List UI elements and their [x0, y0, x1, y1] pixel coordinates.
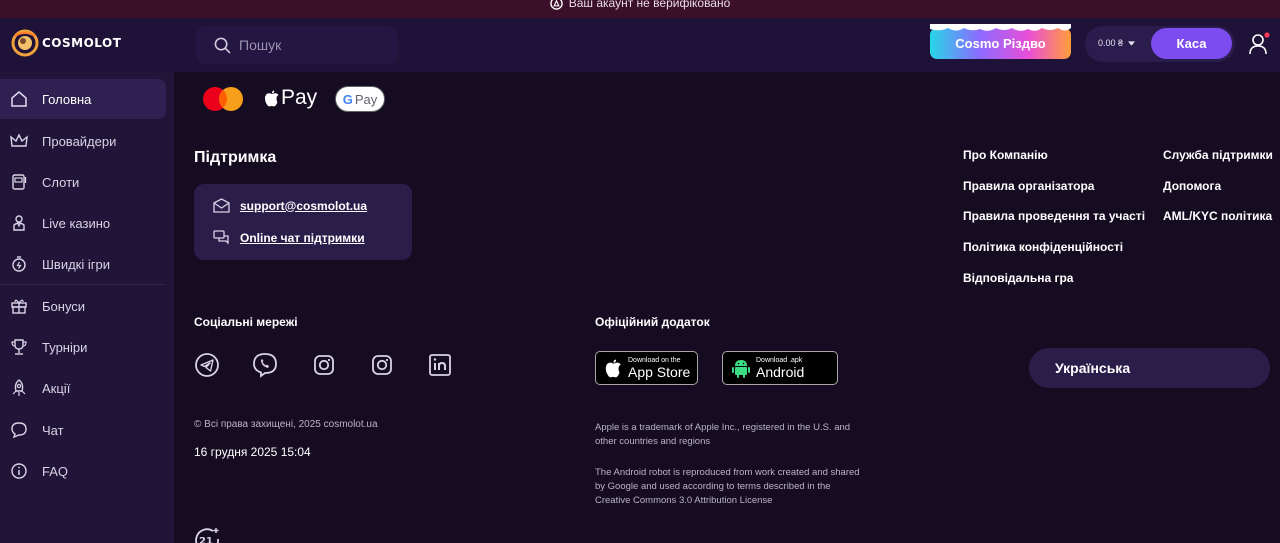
apple-trademark-notice: Apple is a trademark of Apple Inc., regi…: [595, 422, 851, 447]
footer-link-privacy[interactable]: Політика конфіденційності: [963, 240, 1123, 254]
sidebar-item-providers[interactable]: Провайдери: [0, 121, 166, 161]
google-pay-logo: G Pay: [335, 86, 385, 112]
android-trademark-notice: The Android robot is reproduced from wor…: [595, 467, 860, 506]
official-app-title: Офіційний додаток: [595, 315, 710, 329]
sidebar-item-bonuses[interactable]: Бонуси: [0, 286, 166, 326]
linkedin-icon[interactable]: [427, 352, 453, 378]
crown-icon: [10, 133, 28, 147]
balance-dropdown[interactable]: 0.00 ₴: [1098, 38, 1136, 48]
sidebar-item-label: Провайдери: [42, 133, 117, 149]
support-title: Підтримка: [194, 149, 277, 166]
top-header: COSMOLOT Cosmo Різдво 0.00 ₴ Каса: [0, 18, 1280, 72]
support-chat: Online чат підтримки: [240, 230, 365, 245]
search-bar[interactable]: [196, 26, 398, 64]
google-g-icon: G: [342, 91, 353, 107]
google-pay-text: Pay: [354, 91, 378, 107]
gift-icon: [11, 299, 27, 314]
search-icon: [214, 37, 231, 53]
appstore-big-text: App Store: [628, 363, 691, 380]
logo-text: COSMOLOT: [42, 36, 122, 50]
cashier-button[interactable]: Каса: [1151, 28, 1232, 59]
sidebar-item-home[interactable]: Головна: [0, 79, 166, 119]
logo-icon: [11, 29, 39, 57]
sidebar-item-label: Слоти: [42, 174, 80, 190]
envelope-icon: [213, 198, 230, 213]
sidebar-item-label: Головна: [42, 91, 92, 107]
warning-circle-icon: [549, 0, 563, 10]
stopwatch-icon: [12, 256, 26, 272]
chat-icon: [11, 422, 27, 439]
footer-link-participation-rules[interactable]: Правила проведення та участі: [963, 209, 1145, 223]
snow-decoration: [930, 24, 1071, 31]
info-icon: [11, 463, 27, 479]
sidebar-item-label: Швидкі ігри: [42, 256, 110, 272]
copyright-text: © Всі права захищені, 2025 cosmolot.ua: [194, 419, 378, 430]
mastercard-icon: [203, 87, 243, 111]
sidebar-item-label: Турніри: [42, 339, 88, 355]
age-restriction-icon: 21: [195, 528, 219, 543]
user-profile-icon[interactable]: [1248, 32, 1270, 56]
social-title: Соціальні мережі: [194, 315, 298, 329]
verification-banner[interactable]: Ваш акаунт не верифіковано: [0, 0, 1280, 18]
language-label: Українська: [1055, 360, 1131, 376]
sidebar-item-label: Акції: [42, 380, 71, 396]
android-big-text: Android: [756, 363, 805, 380]
instagram-icon[interactable]: [311, 352, 337, 378]
footer-link-about[interactable]: Про Компанію: [963, 148, 1048, 162]
chat-bubbles-icon: [213, 230, 229, 245]
sidebar-item-label: Чат: [42, 422, 64, 438]
verification-text: Ваш акаунт не верифіковано: [568, 0, 731, 10]
app-store-button[interactable]: Download on the App Store: [595, 351, 698, 385]
sidebar: Головна Провайдери Слоти Live казино Шви…: [0, 72, 174, 543]
chevron-down-icon: [1128, 40, 1136, 46]
sidebar-item-fast-games[interactable]: Швидкі ігри: [0, 244, 166, 284]
instagram-icon[interactable]: [369, 352, 395, 378]
viber-icon[interactable]: [252, 352, 278, 378]
current-datetime: 16 грудня 2025 15:04: [194, 445, 311, 459]
apple-pay-text: Pay: [281, 86, 318, 109]
promo-label: Cosmo Різдво: [955, 36, 1046, 51]
support-box: support@cosmolot.ua Online чат підтримки: [194, 184, 412, 260]
trophy-icon: [11, 339, 27, 355]
android-download-button[interactable]: Download .apk Android: [722, 351, 838, 385]
apple-icon: [265, 90, 279, 107]
age-text: 21: [199, 536, 213, 543]
rocket-icon: [12, 379, 26, 396]
support-email: support@cosmolot.ua: [240, 198, 368, 213]
footer-link-responsible-gaming[interactable]: Відповідальна гра: [963, 271, 1073, 285]
cosmo-christmas-promo-button[interactable]: Cosmo Різдво: [930, 24, 1071, 59]
support-email-link[interactable]: support@cosmolot.ua: [213, 198, 367, 213]
footer-link-help[interactable]: Допомога: [1163, 179, 1221, 193]
sidebar-item-chat[interactable]: Чат: [0, 410, 166, 450]
android-icon: [732, 360, 750, 378]
footer-link-organizer-rules[interactable]: Правила організатора: [963, 179, 1094, 193]
home-icon: [11, 91, 27, 107]
search-input[interactable]: [239, 37, 389, 53]
sidebar-item-label: Бонуси: [42, 298, 86, 314]
dealer-icon: [13, 215, 25, 231]
slot-machine-icon: [12, 174, 27, 190]
telegram-icon[interactable]: [194, 352, 220, 378]
footer-link-support-service[interactable]: Служба підтримки: [1163, 148, 1273, 162]
sidebar-item-label: Live казино: [42, 215, 111, 231]
footer-link-aml-kyc[interactable]: AML/KYC політика: [1163, 209, 1272, 223]
sidebar-item-faq[interactable]: FAQ: [0, 451, 166, 491]
apple-icon: [605, 359, 621, 378]
sidebar-item-slots[interactable]: Слоти: [0, 162, 166, 202]
sidebar-item-promotions[interactable]: Акції: [0, 368, 166, 408]
apple-pay-logo: Pay: [264, 86, 317, 110]
sidebar-item-live-casino[interactable]: Live казино: [0, 203, 166, 243]
support-chat-link[interactable]: Online чат підтримки: [213, 230, 365, 245]
sidebar-item-tournaments[interactable]: Турніри: [0, 327, 166, 367]
logo[interactable]: COSMOLOT: [10, 28, 121, 58]
wallet: 0.00 ₴ Каса: [1085, 26, 1235, 62]
sidebar-divider: [0, 284, 166, 285]
balance-value: 0.00 ₴: [1098, 38, 1124, 48]
language-selector[interactable]: Українська: [1029, 348, 1270, 388]
sidebar-item-label: FAQ: [42, 463, 69, 479]
